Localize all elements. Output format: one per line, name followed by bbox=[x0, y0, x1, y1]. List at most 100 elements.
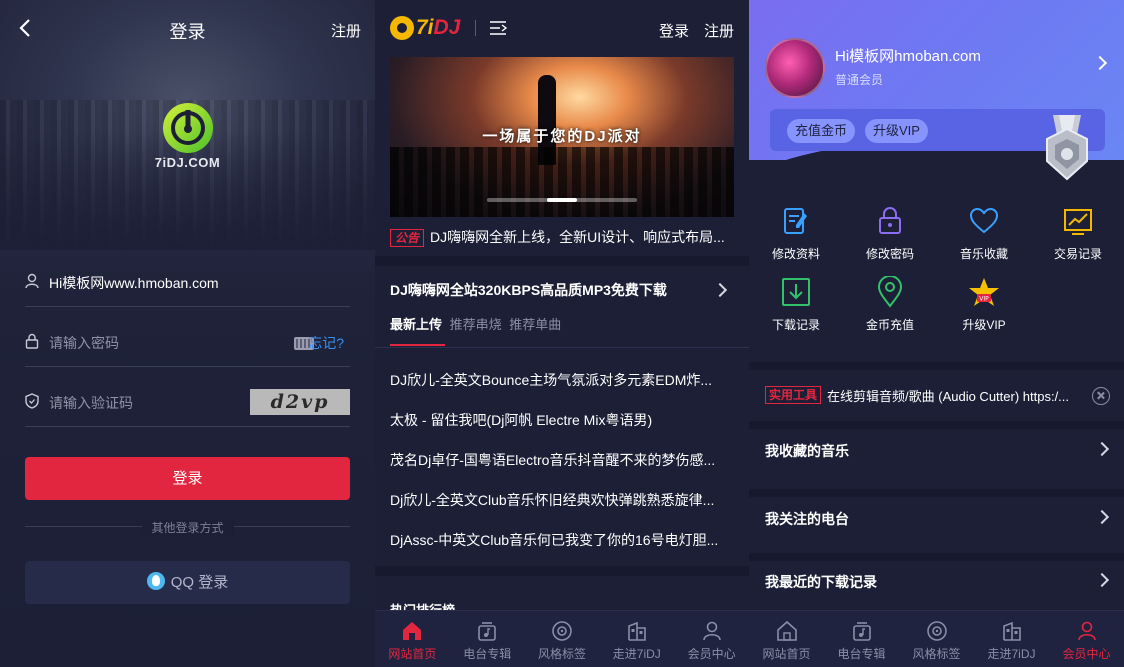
tab-label: 电台专辑 bbox=[837, 647, 886, 661]
username-field[interactable]: Hi模板网www.hmoban.com bbox=[25, 257, 350, 307]
forgot-password-link[interactable]: 忘记? bbox=[308, 333, 344, 353]
list-item[interactable]: DjAssc-中英文Club音乐何已我变了你的16号电灯胆... bbox=[390, 530, 734, 550]
tab-home[interactable]: 网站首页 bbox=[749, 611, 824, 667]
login-link[interactable]: 登录 bbox=[659, 20, 689, 41]
grid-label: 修改资料 bbox=[771, 247, 820, 261]
grid-item-upgrade-vip[interactable]: VIP 升级VIP bbox=[937, 276, 1031, 333]
lock-icon bbox=[25, 333, 39, 349]
list-item-favorite-music[interactable]: 我收藏的音乐 bbox=[749, 429, 1124, 469]
location-pin-icon bbox=[877, 276, 903, 308]
download-header[interactable]: DJ嗨嗨网全站320KBPS高品质MP3免费下载 bbox=[390, 280, 734, 300]
tool-notice[interactable]: 实用工具 在线剪辑音频/歌曲 (Audio Cutter) https:/... bbox=[765, 386, 1109, 405]
tab-member[interactable]: 会员中心 bbox=[1049, 611, 1124, 667]
download-icon bbox=[782, 278, 810, 306]
trend-chart-icon bbox=[1064, 209, 1092, 235]
tool-text: 在线剪辑音频/歌曲 (Audio Cutter) https:/... bbox=[827, 389, 1070, 405]
tab-label: 网站首页 bbox=[762, 647, 811, 661]
logo-text: 7iDJ.COM bbox=[154, 155, 221, 170]
other-login-divider: 其他登录方式 bbox=[25, 519, 350, 536]
svg-text:VIP: VIP bbox=[979, 296, 989, 303]
member-screen: Hi模板网hmoban.com 普通会员 充值金币 升级VIP 修改资料 修改密… bbox=[749, 0, 1124, 667]
close-icon[interactable] bbox=[1092, 387, 1110, 405]
grid-label: 音乐收藏 bbox=[959, 247, 1008, 261]
edit-profile-icon bbox=[784, 208, 807, 234]
home-icon bbox=[776, 620, 797, 641]
row-label: 我关注的电台 bbox=[765, 511, 849, 527]
bottom-tabbar: 网站首页 电台专辑 风格标签 走进7iDJ 会员中心 bbox=[375, 610, 749, 667]
chevron-right-icon bbox=[1094, 441, 1110, 457]
password-placeholder: 请输入密码 bbox=[49, 335, 119, 351]
list-item[interactable]: DJ欣儿-全英文Bounce主场气氛派对多元素EDM炸... bbox=[390, 370, 734, 390]
row-label: 我收藏的音乐 bbox=[765, 443, 849, 459]
list-item-followed-radio[interactable]: 我关注的电台 bbox=[749, 497, 1124, 537]
song-tabs: 最新上传 推荐串烧 推荐单曲 bbox=[390, 314, 565, 333]
medal-icon bbox=[1046, 115, 1088, 181]
tab-styles[interactable]: 风格标签 bbox=[525, 611, 600, 667]
register-link[interactable]: 注册 bbox=[704, 20, 734, 41]
notice-text: DJ嗨嗨网全新上线，全新UI设计、响应式布局... bbox=[430, 229, 725, 245]
page-title: 登录 bbox=[169, 22, 206, 42]
qq-login-button[interactable]: QQ 登录 bbox=[25, 561, 350, 604]
upgrade-vip-button[interactable]: 升级VIP bbox=[865, 119, 928, 143]
login-navbar: 登录 注册 bbox=[0, 0, 375, 58]
tab-home[interactable]: 网站首页 bbox=[375, 611, 450, 667]
home-navbar: 7iDJ 登录 注册 bbox=[375, 0, 749, 57]
list-item[interactable]: Dj欣儿-全英文Club音乐怀旧经典欢快弹跳熟悉旋律... bbox=[390, 490, 734, 510]
grid-item-downloads[interactable]: 下载记录 bbox=[749, 276, 843, 333]
row-label: 我最近的下载记录 bbox=[765, 574, 877, 590]
tab-recommended-single[interactable]: 推荐单曲 bbox=[509, 317, 561, 332]
notice-bar[interactable]: 公告 DJ嗨嗨网全新上线，全新UI设计、响应式布局... bbox=[390, 227, 740, 248]
tab-label: 会员中心 bbox=[1062, 647, 1111, 661]
user-icon bbox=[702, 621, 721, 641]
tool-tag: 实用工具 bbox=[765, 386, 822, 404]
grid-item-edit-profile[interactable]: 修改资料 bbox=[749, 205, 843, 262]
chevron-right-icon bbox=[1094, 509, 1110, 525]
grid-item-coin-recharge[interactable]: 金币充值 bbox=[843, 276, 937, 333]
grid-label: 修改密码 bbox=[865, 247, 914, 261]
list-item[interactable]: 太极 - 留住我吧(Dj阿帆 Electre Mix粤语男) bbox=[390, 410, 734, 430]
login-screen: 登录 注册 7iDJ.COM Hi模板网www.hmoban.com 请输入密码… bbox=[0, 0, 375, 667]
album-icon bbox=[852, 622, 871, 641]
list-item-recent-downloads[interactable]: 我最近的下载记录 bbox=[749, 560, 1124, 600]
home-icon bbox=[403, 622, 422, 640]
grid-item-change-password[interactable]: 修改密码 bbox=[843, 205, 937, 262]
logo-word-accent: DJ bbox=[433, 16, 461, 39]
menu-icon[interactable] bbox=[489, 20, 507, 36]
captcha-field[interactable]: 请输入验证码 d2vp bbox=[25, 377, 350, 427]
bottom-tabbar: 网站首页 电台专辑 风格标签 走进7iDJ 会员中心 bbox=[749, 610, 1124, 667]
tab-latest[interactable]: 最新上传 bbox=[390, 317, 442, 332]
tab-radio[interactable]: 电台专辑 bbox=[824, 611, 899, 667]
login-button[interactable]: 登录 bbox=[25, 457, 350, 500]
tab-label: 走进7iDJ bbox=[612, 647, 661, 661]
tab-about[interactable]: 走进7iDJ bbox=[974, 611, 1049, 667]
home-screen: 7iDJ 登录 注册 一场属于您的DJ派对 公告 DJ嗨嗨网全新上线，全新UI设计… bbox=[375, 0, 749, 667]
avatar[interactable] bbox=[765, 38, 825, 98]
register-link[interactable]: 注册 bbox=[331, 20, 361, 41]
username: Hi模板网hmoban.com bbox=[835, 48, 981, 65]
hero-banner[interactable]: 一场属于您的DJ派对 bbox=[390, 57, 734, 217]
recharge-button[interactable]: 充值金币 bbox=[787, 119, 856, 143]
site-logo[interactable]: 7iDJ bbox=[390, 16, 461, 42]
tab-styles[interactable]: 风格标签 bbox=[899, 611, 974, 667]
tab-label: 网站首页 bbox=[388, 647, 437, 661]
captcha-image[interactable]: d2vp bbox=[250, 389, 350, 415]
7idj-logo-icon bbox=[163, 103, 213, 153]
other-login-label: 其他登录方式 bbox=[141, 519, 234, 536]
member-level: 普通会员 bbox=[835, 73, 884, 87]
grid-item-transactions[interactable]: 交易记录 bbox=[1031, 205, 1124, 262]
list-item[interactable]: 茂名Dj卓仔-国粤语Electro音乐抖音醒不来的梦伤感... bbox=[390, 450, 734, 470]
password-field[interactable]: 请输入密码 忘记? bbox=[25, 317, 350, 367]
user-icon bbox=[1077, 621, 1096, 641]
grid-item-music-favorites[interactable]: 音乐收藏 bbox=[937, 205, 1031, 262]
tab-label: 电台专辑 bbox=[463, 647, 512, 661]
tab-recommended-mix[interactable]: 推荐串烧 bbox=[450, 317, 502, 332]
disc-icon bbox=[552, 621, 572, 641]
tab-member[interactable]: 会员中心 bbox=[674, 611, 749, 667]
banner-caption: 一场属于您的DJ派对 bbox=[482, 128, 642, 145]
building-icon bbox=[1002, 621, 1021, 641]
tab-label: 风格标签 bbox=[537, 647, 586, 661]
qq-icon bbox=[146, 572, 165, 591]
tab-about[interactable]: 走进7iDJ bbox=[599, 611, 674, 667]
tab-radio[interactable]: 电台专辑 bbox=[450, 611, 525, 667]
disc-logo-icon bbox=[390, 16, 414, 40]
